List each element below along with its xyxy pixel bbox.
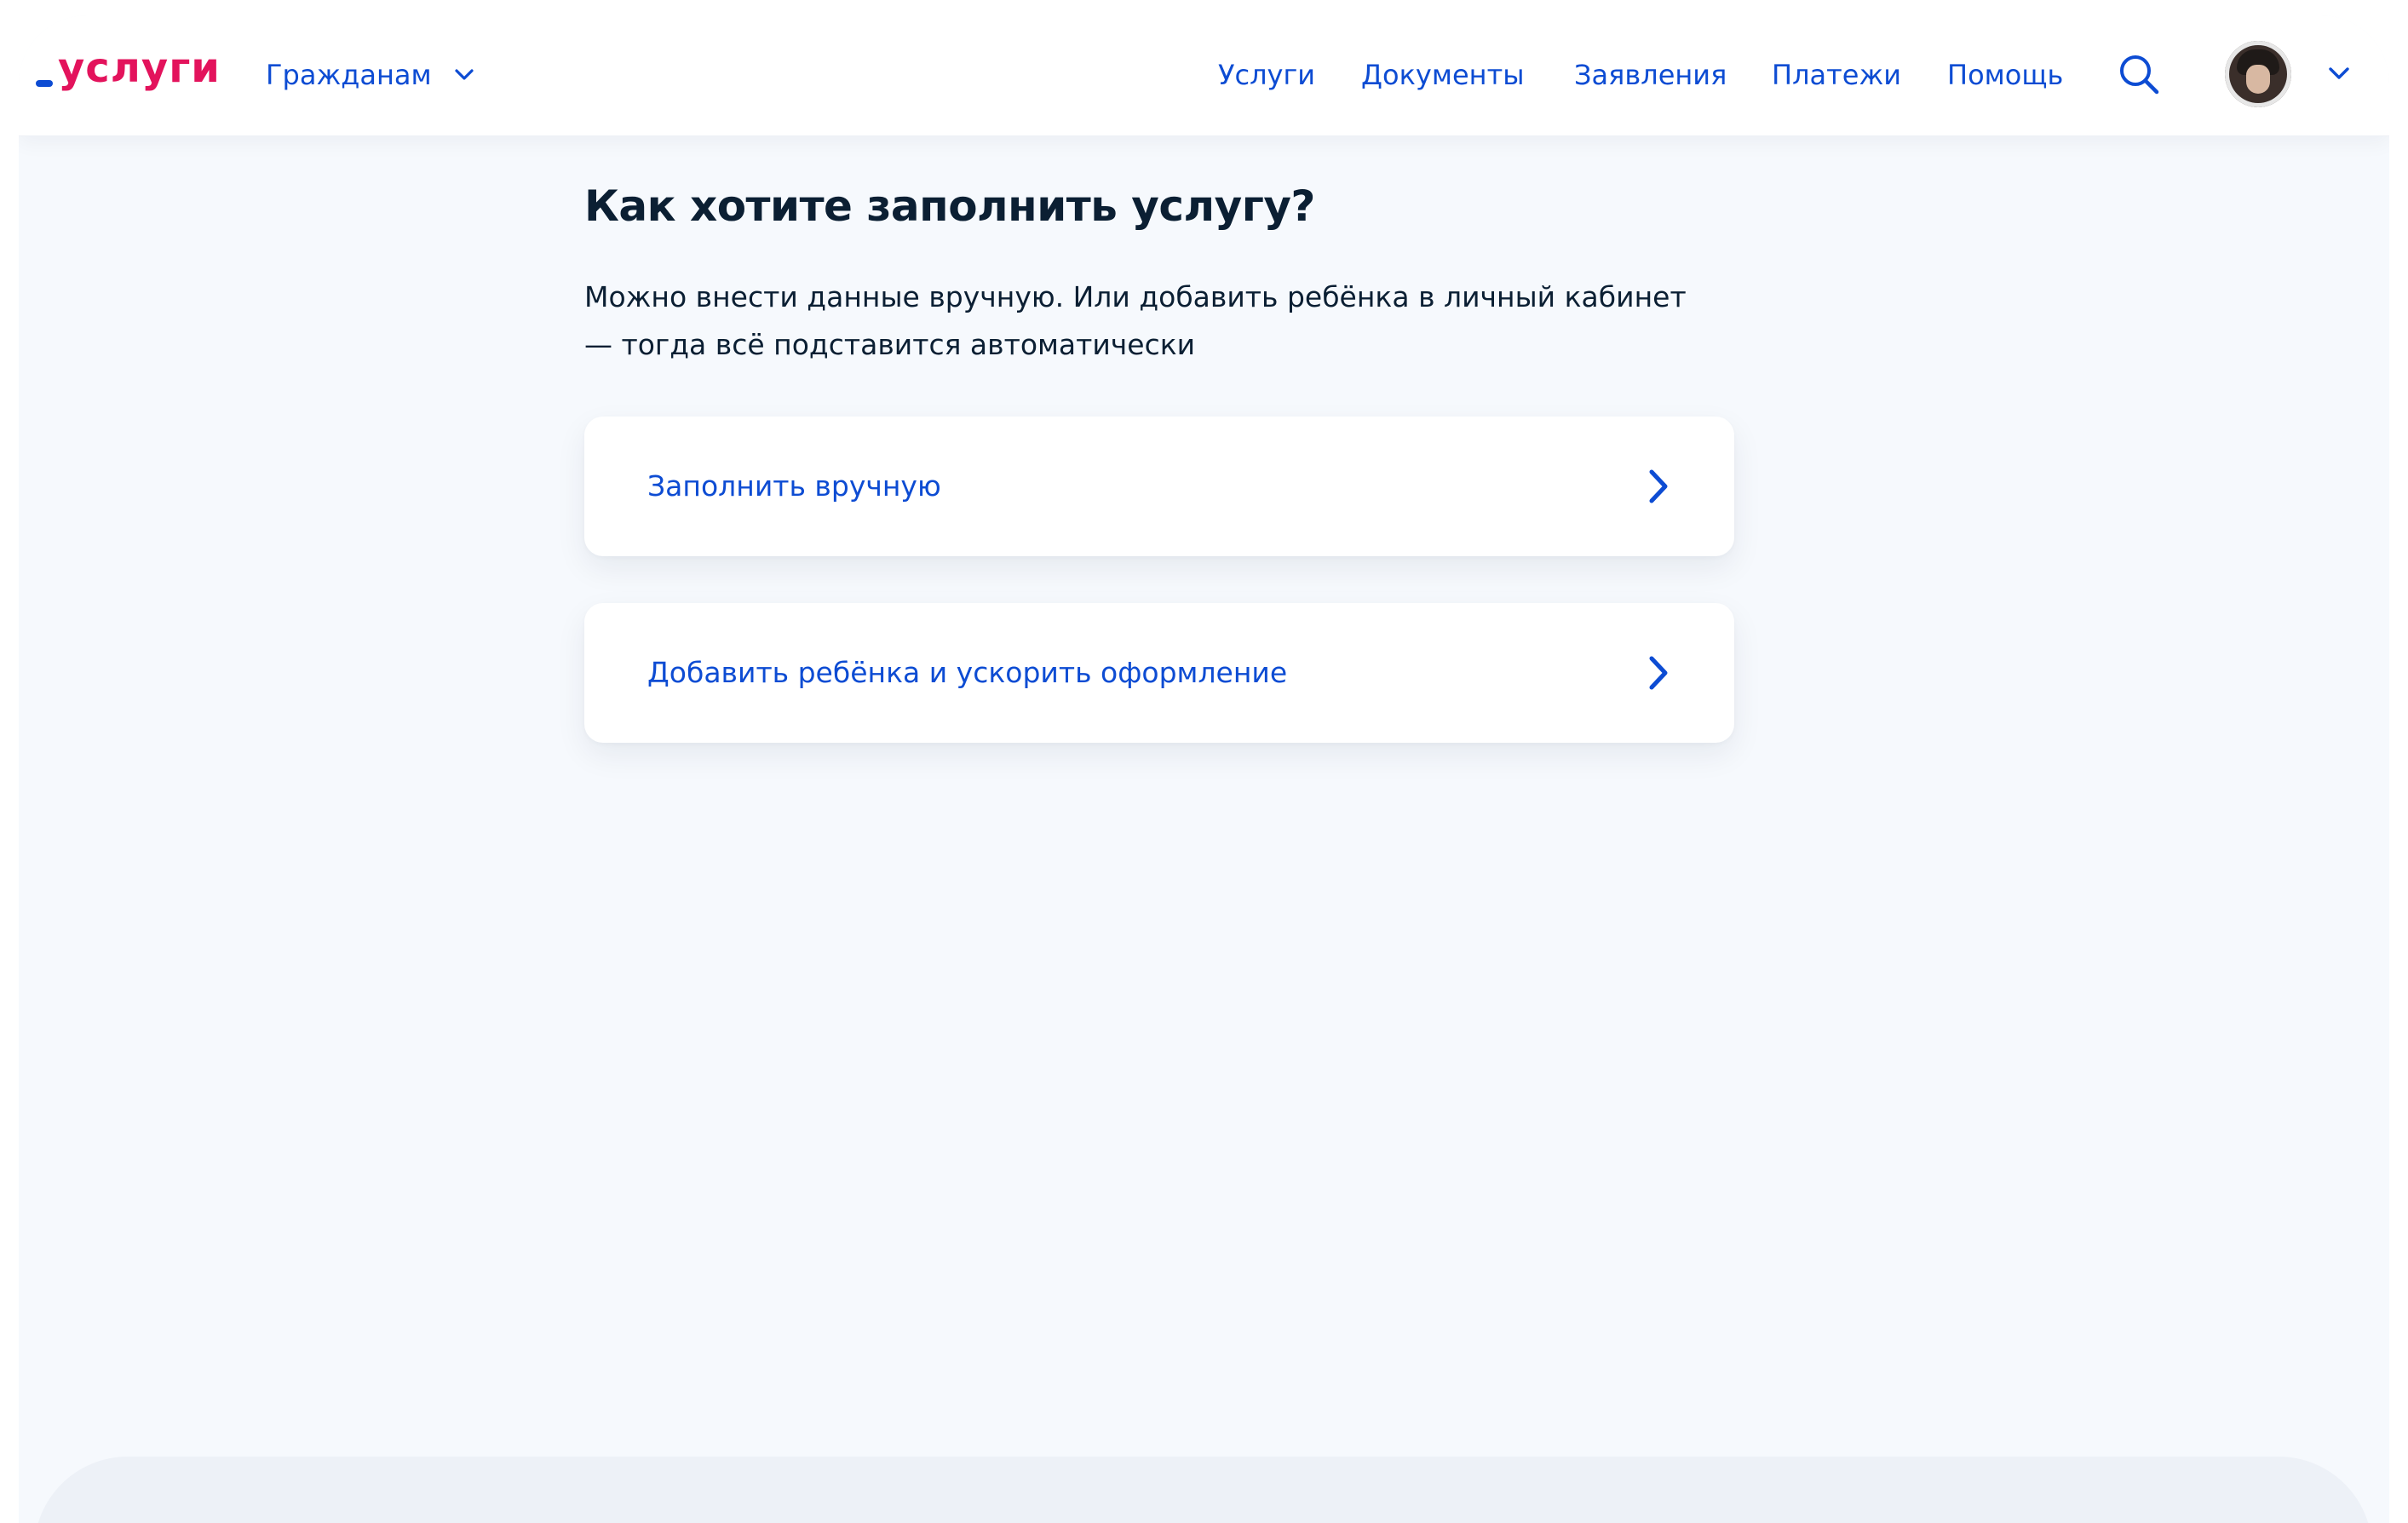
app-frame: услуги Гражданам Услуги Документы Заявле… (19, 15, 2389, 1523)
option-add-child[interactable]: Добавить ребёнка и ускорить оформление (584, 603, 1734, 743)
nav-link-help[interactable]: Помощь (1947, 58, 2063, 92)
page-description: Можно внести данные вручную. Или добавит… (584, 280, 1687, 361)
gosuslugi-logo[interactable]: услуги (36, 34, 221, 102)
user-avatar[interactable] (2225, 41, 2291, 107)
nav-link-applications[interactable]: Заявления (1574, 58, 1727, 92)
option-label: Заполнить вручную (647, 469, 941, 503)
audience-label: Гражданам (266, 59, 432, 91)
nav-link-documents[interactable]: Документы (1361, 58, 1525, 92)
avatar-face-shape (2246, 65, 2270, 94)
chevron-down-icon (454, 68, 474, 82)
logo-text: услуги (58, 44, 221, 92)
search-icon[interactable] (2117, 52, 2161, 101)
chevron-right-icon (1647, 468, 1670, 509)
chevron-down-icon[interactable] (2328, 66, 2350, 86)
page-title: Как хотите заполнить услугу? (584, 181, 1315, 231)
option-label: Добавить ребёнка и ускорить оформление (647, 656, 1288, 689)
top-navigation-bar: услуги Гражданам Услуги Документы Заявле… (19, 15, 2389, 136)
chevron-right-icon (1647, 654, 1670, 696)
logo-dash-mark (36, 80, 53, 87)
nav-link-services[interactable]: Услуги (1218, 58, 1315, 92)
footer-band (34, 1457, 2372, 1523)
nav-link-payments[interactable]: Платежи (1772, 58, 1901, 92)
option-fill-manually[interactable]: Заполнить вручную (584, 417, 1734, 556)
audience-selector[interactable]: Гражданам (266, 58, 474, 92)
